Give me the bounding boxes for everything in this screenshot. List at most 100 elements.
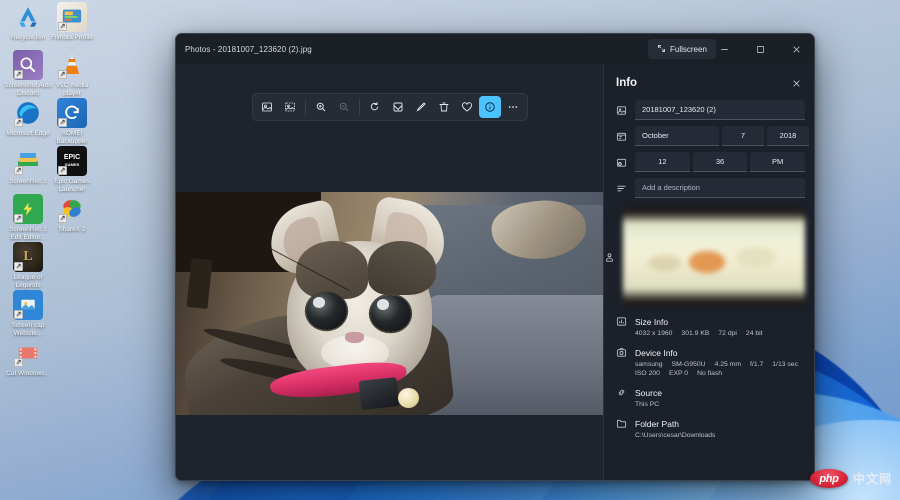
device-info-values: samsung SM-G950U 4.25 mm f/1.7 1/13 sec …: [616, 361, 804, 377]
shortcut-arrow-icon: ↗: [14, 262, 23, 271]
device-flash: No flash: [697, 370, 722, 377]
date-day-input[interactable]: 7: [722, 126, 764, 146]
microsoft-edge-icon: ↗: [13, 98, 43, 128]
toolbar-separator: [305, 100, 306, 115]
info-panel-header: Info: [604, 64, 814, 100]
source-block: Source This PC: [604, 387, 814, 408]
shortcut-arrow-icon: ↗: [58, 118, 67, 127]
php-logo: php: [810, 469, 848, 488]
desktop-icon-label: Recycle Bin: [4, 34, 52, 42]
desktop-icon-filmora-profile[interactable]: ↗ Filmora Profile ...: [48, 2, 96, 49]
desktop-icon-recycle-bin[interactable]: Recycle Bin: [4, 2, 52, 42]
actual-size-button[interactable]: [279, 96, 301, 118]
markup-button[interactable]: [410, 96, 432, 118]
window-titlebar[interactable]: Photos - 20181007_123620 (2).jpg Fullscr…: [176, 34, 814, 64]
photo-viewer: [176, 64, 603, 480]
desktop-icon-microsoft-edge[interactable]: ↗ Microsoft Edge: [4, 98, 52, 138]
desktop-icon-video-clip[interactable]: ↗ Cut Windows...: [4, 338, 52, 378]
window-title: Photos - 20181007_123620 (2).jpg: [176, 45, 312, 54]
info-panel-close-button[interactable]: [788, 75, 804, 91]
fullscreen-icon: [657, 44, 666, 55]
device-make: samsung: [635, 361, 663, 368]
desktop-icon-label: Filmora Profile ...: [48, 34, 96, 49]
desktop: Recycle Bin ↗ Filmora Profile ... ↗ Scre…: [0, 0, 900, 500]
image-thumbnail[interactable]: [623, 208, 805, 306]
camera-icon: [616, 347, 628, 358]
desktop-icon-screen-capture[interactable]: ↗ Screen cap Website...: [4, 290, 52, 337]
time-meridiem-input[interactable]: PM: [750, 152, 805, 172]
size-info-block: Size Info 4032 x 1960 301.9 KB 72 dpi 24…: [604, 316, 814, 337]
filmora-profile-icon: ↗: [57, 2, 87, 32]
desktop-icon-label: ScreenRec 3 Edit Editor...: [4, 226, 52, 241]
time-row: 12 36 PM: [604, 152, 814, 172]
thumbnail-row: [604, 204, 814, 306]
desktop-icon-league-of-legends[interactable]: L ↗ League of Legends: [4, 242, 52, 289]
desktop-icon-epic-games[interactable]: EPICGAMES ↗ Epic Games Launcher: [48, 146, 96, 193]
desktop-icon-screenrec[interactable]: ↗ ScreenRec 3: [4, 146, 52, 186]
folder-path-title: Folder Path: [635, 419, 679, 429]
vlc-media-player-icon: ↗: [57, 50, 87, 80]
desktop-icon-label: Screen cap Website...: [4, 322, 52, 337]
device-exposure: EXP 0: [669, 370, 688, 377]
description-input[interactable]: Add a description: [635, 178, 805, 198]
date-field-group: October 7 2018: [635, 126, 809, 146]
device-shutter-speed: 1/13 sec: [772, 361, 798, 368]
see-more-button[interactable]: [502, 96, 524, 118]
desktop-icon-sharex[interactable]: ↗ ShareX 2: [48, 194, 96, 234]
watermark-suffix: 中文网: [853, 470, 892, 487]
desktop-icon-vlc-media-player[interactable]: ↗ VLC media player: [48, 50, 96, 97]
rotate-button[interactable]: [364, 96, 386, 118]
device-aperture: f/1.7: [750, 361, 763, 368]
fullscreen-label: Fullscreen: [670, 45, 707, 54]
zoom-in-button[interactable]: [310, 96, 332, 118]
photo-image[interactable]: [176, 192, 603, 415]
link-icon: [616, 387, 628, 398]
photos-window: Photos - 20181007_123620 (2).jpg Fullscr…: [175, 33, 815, 481]
time-minute-input[interactable]: 36: [693, 152, 748, 172]
shortcut-arrow-icon: ↗: [14, 214, 23, 223]
delete-button[interactable]: [433, 96, 455, 118]
device-iso: ISO 200: [635, 370, 660, 377]
date-year-input[interactable]: 2018: [767, 126, 809, 146]
fit-to-window-button[interactable]: [256, 96, 278, 118]
folder-path-block: Folder Path C:\Users\cesar\Downloads: [604, 418, 814, 439]
photo-toolbar: [252, 93, 528, 121]
shortcut-arrow-icon: ↗: [58, 214, 67, 223]
device-info-block: Device Info samsung SM-G950U 4.25 mm f/1…: [604, 347, 814, 377]
desktop-icon-label: ShareX 2: [48, 226, 96, 234]
info-panel-title: Info: [616, 77, 637, 89]
close-button[interactable]: [778, 34, 814, 64]
device-info-title: Device Info: [635, 348, 678, 358]
desktop-icon-label: AOMEI Backupper: [48, 130, 96, 145]
desktop-icon-label: Epic Games Launcher: [48, 178, 96, 193]
favorite-button[interactable]: [456, 96, 478, 118]
desktop-icon-editor[interactable]: ↗ ScreenRec 3 Edit Editor...: [4, 194, 52, 241]
shortcut-arrow-icon: ↗: [14, 118, 23, 127]
size-info-header: Size Info: [616, 316, 804, 327]
desktop-icon-label: Cut Windows...: [4, 370, 52, 378]
desktop-icon-aomei-backupper[interactable]: ↗ AOMEI Backupper: [48, 98, 96, 145]
info-button[interactable]: [479, 96, 501, 118]
crop-button[interactable]: [387, 96, 409, 118]
source-header: Source: [616, 387, 804, 398]
desktop-icon-label: Microsoft Edge: [4, 130, 52, 138]
info-panel: Info 20181007_123620 (2): [603, 64, 814, 480]
time-hour-input[interactable]: 12: [635, 152, 690, 172]
zoom-out-button[interactable]: [333, 96, 355, 118]
filename-input[interactable]: 20181007_123620 (2): [635, 100, 805, 120]
size-filesize: 301.9 KB: [681, 330, 709, 337]
toolbar-separator: [359, 100, 360, 115]
size-info-title: Size Info: [635, 317, 668, 327]
source-title: Source: [635, 388, 662, 398]
shortcut-arrow-icon: ↗: [14, 166, 23, 175]
date-month-input[interactable]: October: [635, 126, 719, 146]
maximize-button[interactable]: [742, 34, 778, 64]
minimize-button[interactable]: [706, 34, 742, 64]
size-dimensions: 4032 x 1960: [635, 330, 672, 337]
filename-row: 20181007_123620 (2): [604, 100, 814, 120]
folder-path-header: Folder Path: [616, 418, 804, 429]
source-value: This PC: [616, 401, 804, 408]
folder-path-value: C:\Users\cesar\Downloads: [616, 432, 804, 439]
desktop-icon-screenshot-tool[interactable]: ↗ Screenshot Auto Discord: [4, 50, 52, 97]
people-tag-icon: [604, 208, 623, 306]
